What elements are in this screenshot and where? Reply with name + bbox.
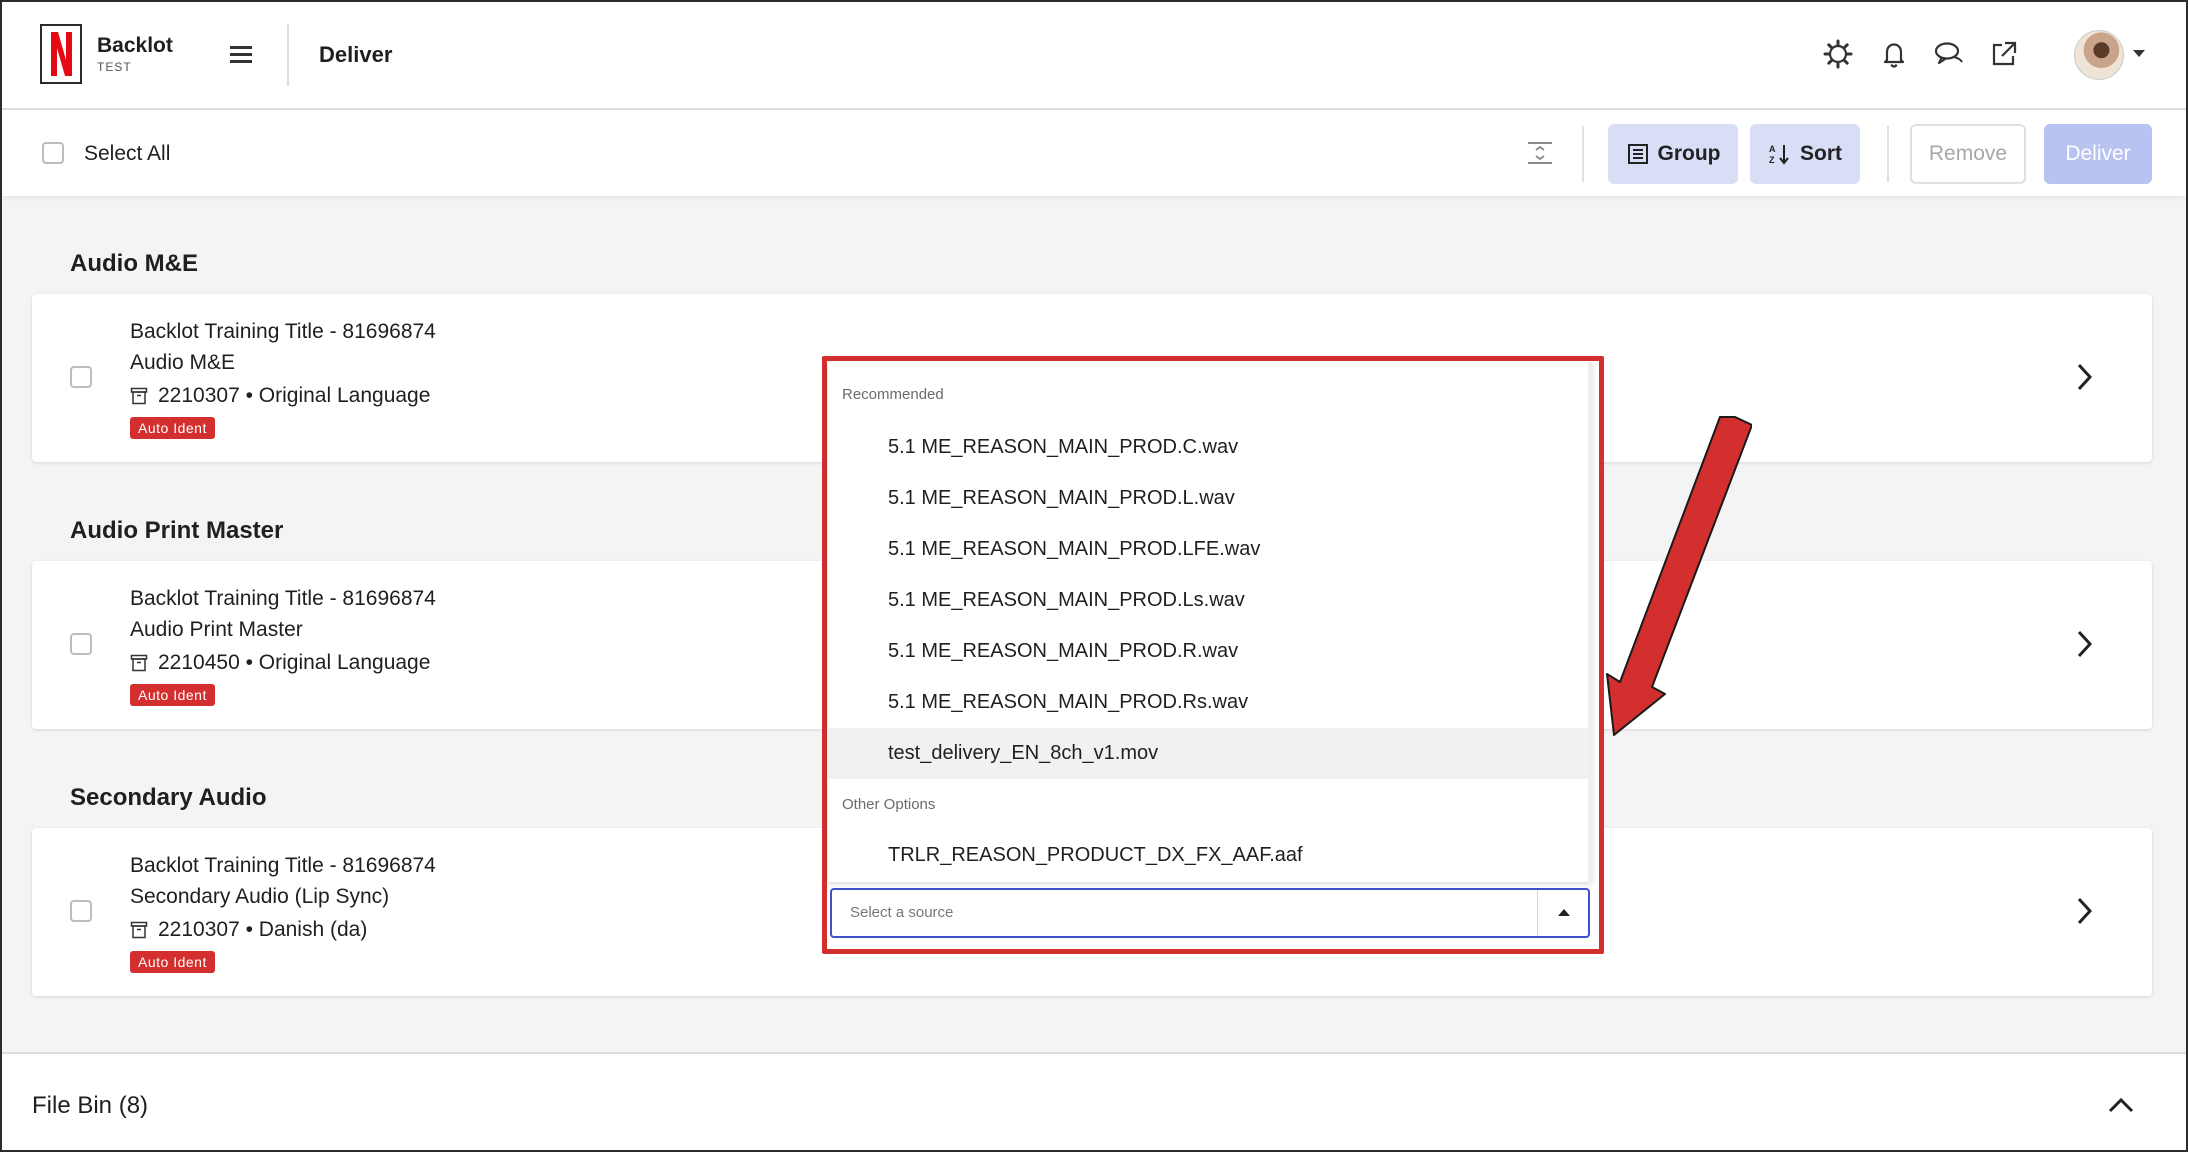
sort-az-icon: A Z <box>1769 144 1789 165</box>
remove-button[interactable]: Remove <box>1910 124 2026 184</box>
card-checkbox[interactable] <box>70 633 92 655</box>
annotation-arrow-icon <box>1606 416 1752 736</box>
dropdown-group-label: Recommended <box>842 386 944 403</box>
chat-icon[interactable] <box>1932 38 1964 70</box>
archive-icon <box>130 387 148 405</box>
section-title-audio-print-master: Audio Print Master <box>70 517 284 544</box>
menu-icon[interactable] <box>230 46 254 64</box>
file-bin-title: File Bin (8) <box>32 1092 149 1119</box>
dropdown-group-label: Other Options <box>842 796 936 813</box>
select-all-checkbox[interactable] <box>42 142 64 164</box>
svg-text:Z: Z <box>1769 155 1775 165</box>
card-title: Backlot Training Title - 81696874 <box>130 320 436 343</box>
card-meta: 2210450 • Original Language <box>130 651 430 675</box>
top-header: Backlot TEST Deliver <box>2 2 2186 110</box>
brand-environment: TEST <box>97 60 132 74</box>
card-meta-text: 2210307 • Original Language <box>158 384 431 407</box>
file-bin-panel[interactable]: File Bin (8) <box>2 1052 2186 1150</box>
archive-icon <box>130 921 148 939</box>
logo-glyph <box>51 32 72 76</box>
bell-icon[interactable] <box>1878 38 1910 70</box>
action-toolbar: Select All Group A Z Sort Remove Deliver <box>2 110 2186 196</box>
card-checkbox[interactable] <box>70 366 92 388</box>
card-meta-text: 2210450 • Original Language <box>158 651 431 674</box>
svg-text:A: A <box>1769 144 1776 154</box>
card-meta: 2210307 • Original Language <box>130 384 430 408</box>
source-dropdown-list: Recommended 5.1 ME_REASON_MAIN_PROD.C.wa… <box>828 362 1592 882</box>
source-select-input[interactable]: Select a source <box>830 888 1590 938</box>
status-badge: Auto Ident <box>130 417 215 439</box>
chevron-right-icon[interactable] <box>2074 360 2096 394</box>
user-avatar[interactable] <box>2074 30 2124 80</box>
status-badge: Auto Ident <box>130 684 215 706</box>
density-icon[interactable] <box>1526 140 1554 166</box>
page-title: Deliver <box>319 42 393 67</box>
card-subtitle: Secondary Audio (Lip Sync) <box>130 885 390 908</box>
section-title-audio-me: Audio M&E <box>70 250 198 277</box>
card-checkbox[interactable] <box>70 900 92 922</box>
toolbar-divider <box>1582 126 1584 182</box>
netflix-logo[interactable] <box>40 24 82 84</box>
chevron-up-icon <box>1558 909 1570 916</box>
card-meta: 2210307 • Danish (da) <box>130 918 367 942</box>
deliver-button[interactable]: Deliver <box>2044 124 2152 184</box>
brand-title: Backlot <box>97 34 173 57</box>
select-all-label: Select All <box>84 142 171 165</box>
toolbar-divider <box>1887 126 1889 182</box>
dropdown-option[interactable]: 5.1 ME_REASON_MAIN_PROD.C.wav <box>828 422 1592 473</box>
chevron-down-icon[interactable] <box>2133 50 2145 57</box>
select-placeholder: Select a source <box>850 904 954 921</box>
app-window: Backlot TEST Deliver Select All Group A … <box>0 0 2188 1152</box>
chevron-right-icon[interactable] <box>2074 894 2096 928</box>
archive-icon <box>130 654 148 672</box>
external-link-icon[interactable] <box>1988 38 2020 70</box>
dropdown-option[interactable]: TRLR_REASON_PRODUCT_DX_FX_AAF.aaf <box>828 830 1592 881</box>
card-meta-text: 2210307 • Danish (da) <box>158 918 368 941</box>
status-badge: Auto Ident <box>130 951 215 973</box>
group-button-label: Group <box>1657 142 1721 165</box>
card-subtitle: Audio Print Master <box>130 618 303 641</box>
sort-button-label: Sort <box>1800 142 1842 165</box>
card-title: Backlot Training Title - 81696874 <box>130 587 436 610</box>
dropdown-option-hovered[interactable]: test_delivery_EN_8ch_v1.mov <box>828 728 1592 779</box>
chevron-right-icon[interactable] <box>2074 627 2096 661</box>
list-icon <box>1627 144 1648 164</box>
chevron-up-icon[interactable] <box>2106 1094 2136 1116</box>
dropdown-option[interactable]: 5.1 ME_REASON_MAIN_PROD.LFE.wav <box>828 524 1592 575</box>
header-divider <box>287 24 289 86</box>
dropdown-option[interactable]: 5.1 ME_REASON_MAIN_PROD.L.wav <box>828 473 1592 524</box>
card-subtitle: Audio M&E <box>130 351 236 374</box>
dropdown-toggle[interactable] <box>1537 890 1588 936</box>
group-button[interactable]: Group <box>1608 124 1738 184</box>
dropdown-option[interactable]: 5.1 ME_REASON_MAIN_PROD.Ls.wav <box>828 575 1592 626</box>
section-title-secondary-audio: Secondary Audio <box>70 784 267 811</box>
dropdown-option[interactable]: 5.1 ME_REASON_MAIN_PROD.R.wav <box>828 626 1592 677</box>
dropdown-option[interactable]: 5.1 ME_REASON_MAIN_PROD.Rs.wav <box>828 677 1592 728</box>
card-title: Backlot Training Title - 81696874 <box>130 854 436 877</box>
settings-icon[interactable] <box>1822 38 1854 70</box>
sort-button[interactable]: A Z Sort <box>1750 124 1860 184</box>
